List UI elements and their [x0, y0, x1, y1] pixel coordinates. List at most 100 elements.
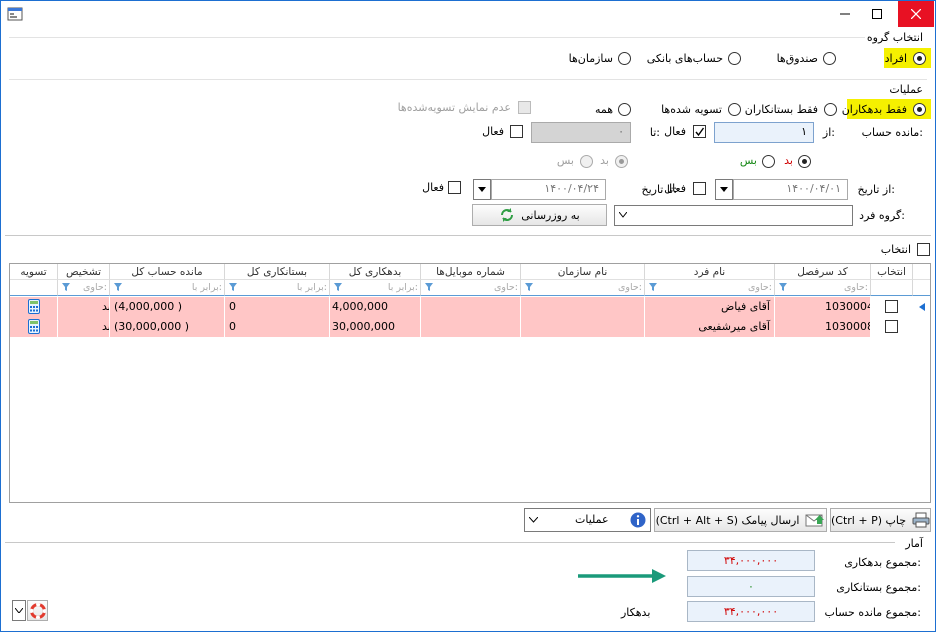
minimize-button[interactable]: [827, 1, 863, 27]
hide-settled-checkbox[interactable]: [518, 101, 531, 114]
name-cell: آقای میرشفیعی: [645, 317, 775, 337]
from-date-active-checkbox[interactable]: [693, 182, 706, 195]
total-credit-value: ۰: [687, 576, 815, 597]
column-header[interactable]: نام فرد: [645, 264, 775, 280]
group-radio-persons[interactable]: [913, 52, 926, 65]
column-header[interactable]: شماره موبایل‌ها: [421, 264, 521, 280]
send-mail-icon: [805, 514, 825, 527]
group-radio-organizations[interactable]: [618, 52, 631, 65]
from-label: از:: [822, 126, 835, 139]
settle-cell[interactable]: [10, 317, 58, 337]
filter-cell[interactable]: [10, 280, 58, 296]
select-all-label: انتخاب: [880, 243, 911, 256]
filter-radio-creditors[interactable]: [824, 103, 837, 116]
send-sms-button[interactable]: (Ctrl + Alt + S) ارسال پیامک: [654, 508, 827, 532]
group-radio-funds[interactable]: [823, 52, 836, 65]
column-header[interactable]: انتخاب: [871, 264, 913, 280]
print-button[interactable]: (Ctrl + P) چاپ: [830, 508, 931, 532]
info-icon: [630, 512, 646, 528]
person-group-select[interactable]: [614, 205, 853, 226]
settle-cell[interactable]: [10, 297, 58, 317]
filter-cell[interactable]: حاوی:: [421, 280, 521, 296]
select-cell[interactable]: [871, 297, 913, 317]
column-header[interactable]: بستانکاری کل: [225, 264, 330, 280]
help-button[interactable]: [27, 600, 48, 621]
arrow-icon: [578, 569, 666, 583]
group-radio-bank-accounts[interactable]: [728, 52, 741, 65]
row-header[interactable]: [913, 297, 930, 317]
row-header[interactable]: [913, 317, 930, 337]
side-radio-debtor-to[interactable]: [615, 155, 628, 168]
side-radio-creditor[interactable]: [762, 155, 775, 168]
total-balance-label: مجموع مانده حساب:: [824, 606, 921, 619]
side-radio-creditor-to[interactable]: [580, 155, 593, 168]
table-row[interactable]: بد (4,000,000 ) 0 4,000,000 آقای فیاض 10…: [10, 297, 930, 318]
filter-icon: [525, 283, 533, 291]
to-date-dropdown[interactable]: [473, 179, 491, 200]
from-date-input[interactable]: ۱۴۰۰/۰۴/۰۱: [733, 179, 848, 200]
balance-to-active-checkbox[interactable]: [510, 125, 523, 138]
title-bar: [1, 1, 935, 28]
row-select-checkbox[interactable]: [885, 320, 898, 333]
filter-icon: [779, 283, 787, 291]
from-date-dropdown[interactable]: [715, 179, 733, 200]
filter-radio-debtors[interactable]: [913, 103, 926, 116]
column-header[interactable]: تشخیص: [58, 264, 110, 280]
to-date-input[interactable]: ۱۴۰۰/۰۴/۲۴: [491, 179, 606, 200]
mobile-cell: [421, 297, 521, 317]
select-all-checkbox[interactable]: [917, 243, 930, 256]
total-balance-value: ۳۴,۰۰۰,۰۰۰: [687, 601, 815, 622]
column-header[interactable]: مانده حساب کل: [110, 264, 225, 280]
filter-radio-settled[interactable]: [728, 103, 741, 116]
column-header[interactable]: نام سازمان: [521, 264, 645, 280]
table-row[interactable]: بد (30,000,000 ) 0 30,000,000 آقای میرشف…: [10, 317, 930, 338]
update-button[interactable]: به روزرسانی: [472, 204, 607, 226]
data-grid: تسویه تشخیص مانده حساب کل بستانکاری کل ب…: [9, 263, 931, 503]
filter-cell[interactable]: حاوی:: [645, 280, 775, 296]
chevron-down-icon: [15, 608, 23, 613]
column-header[interactable]: تسویه: [10, 264, 58, 280]
side-label-debtor: بد: [784, 154, 793, 167]
maximize-button[interactable]: [859, 1, 895, 27]
filter-cell[interactable]: برابر با:: [225, 280, 330, 296]
select-cell[interactable]: [871, 317, 913, 337]
chevron-down-icon: [529, 517, 538, 523]
balance-from-input[interactable]: ۱: [714, 122, 814, 143]
filter-cell[interactable]: حاوی:: [775, 280, 871, 296]
side-radio-debtor[interactable]: [798, 155, 811, 168]
filter-icon: [334, 283, 342, 291]
filter-hint: حاوی:: [748, 282, 772, 293]
group-label-persons: افراد: [884, 52, 907, 65]
filter-label-debtors: فقط بدهکاران: [841, 103, 907, 116]
chevron-down-icon: [720, 187, 728, 192]
check-icon: [695, 127, 705, 137]
close-button[interactable]: [898, 1, 934, 27]
group-label-organizations: سازمان‌ها: [568, 52, 613, 65]
print-button-label: (Ctrl + P) چاپ: [831, 513, 907, 527]
code-cell: 1030008: [775, 317, 871, 337]
operations-dropdown[interactable]: عملیات: [524, 508, 651, 532]
filter-cell[interactable]: [871, 280, 913, 296]
filter-cell[interactable]: حاوی:: [58, 280, 110, 296]
to-date-active-checkbox[interactable]: [448, 181, 461, 194]
minimize-icon: [840, 13, 850, 15]
filter-cell[interactable]: برابر با:: [330, 280, 421, 296]
group-label-funds: صندوق‌ها: [776, 52, 818, 65]
org-cell: [521, 297, 645, 317]
filter-hint: حاوی:: [844, 282, 868, 293]
column-header[interactable]: کد سرفصل: [775, 264, 871, 280]
row-select-checkbox[interactable]: [885, 300, 898, 313]
filter-radio-all[interactable]: [618, 103, 631, 116]
credit-cell: 0: [225, 297, 330, 317]
balance-from-active-label: فعال: [664, 125, 686, 138]
divider: [5, 542, 895, 543]
side-label-creditor: بس: [739, 154, 757, 167]
filter-cell[interactable]: برابر با:: [110, 280, 225, 296]
column-header[interactable]: بدهکاری کل: [330, 264, 421, 280]
filter-hint: حاوی:: [494, 282, 518, 293]
balance-to-input[interactable]: ۰: [531, 122, 631, 143]
total-debit-value: ۳۴,۰۰۰,۰۰۰: [687, 550, 815, 571]
filter-cell[interactable]: حاوی:: [521, 280, 645, 296]
balance-from-active-checkbox[interactable]: [693, 125, 706, 138]
bottom-dropdown[interactable]: [12, 600, 26, 621]
